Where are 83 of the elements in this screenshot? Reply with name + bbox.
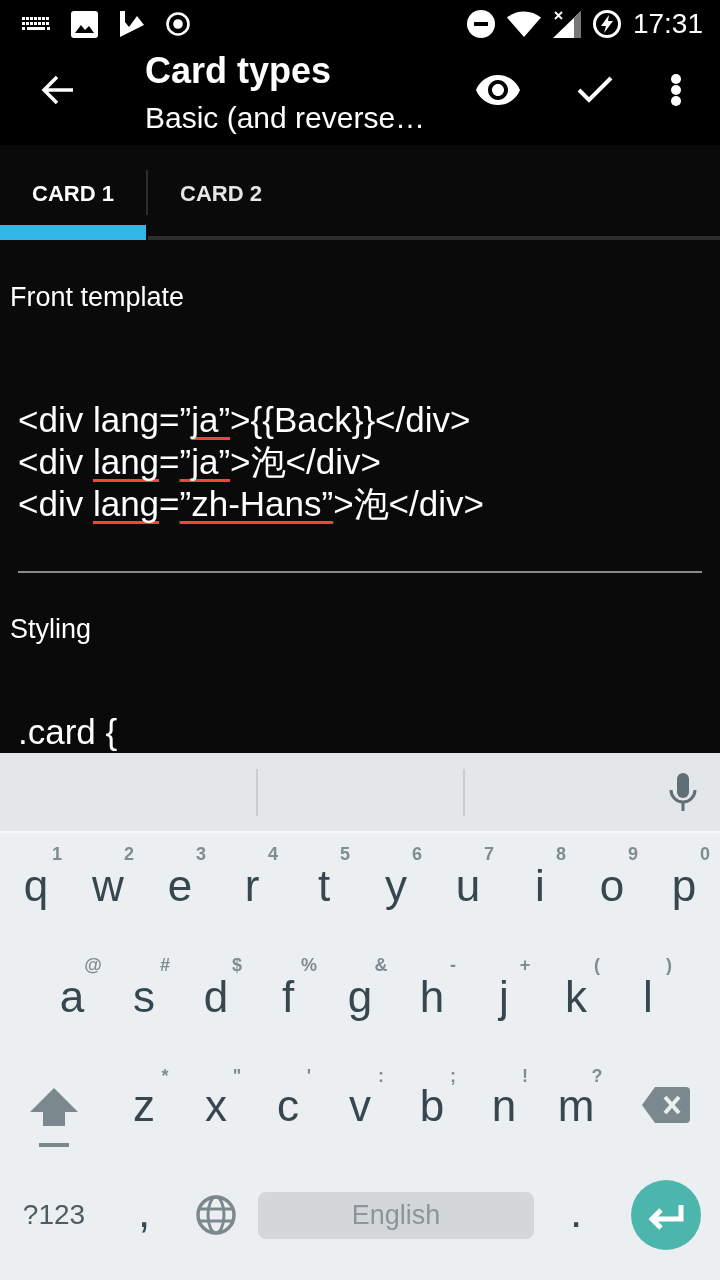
key-hint: 8 xyxy=(556,844,566,864)
code-line: .card { xyxy=(18,711,119,753)
key-hint: 6 xyxy=(412,844,422,864)
section-label: Front template xyxy=(10,281,186,313)
minus-circle-icon xyxy=(466,10,495,38)
key-hint: " xyxy=(232,1066,242,1086)
image-icon xyxy=(71,10,98,38)
status-time: 17:31 xyxy=(632,8,703,40)
keyboard-key[interactable]: l ) xyxy=(612,944,684,1055)
wifi-icon xyxy=(506,11,541,37)
keyboard-key[interactable]: q 1 xyxy=(0,833,72,944)
keyboard-key[interactable]: k ( xyxy=(540,944,612,1055)
enter-icon[interactable] xyxy=(631,1180,701,1250)
keyboard-key[interactable]: , xyxy=(108,1162,180,1268)
key-hint: * xyxy=(161,1066,169,1086)
key-hint: # xyxy=(160,955,170,975)
code-field[interactable]: .card { xyxy=(18,645,702,753)
backspace-icon[interactable] xyxy=(642,1086,690,1123)
key-hint: 5 xyxy=(340,844,350,864)
globe-icon[interactable] xyxy=(196,1195,236,1235)
target-icon xyxy=(166,12,190,36)
keyboard-key[interactable]: b ; xyxy=(396,1055,468,1162)
eye-icon[interactable] xyxy=(476,75,520,105)
key-hint: @ xyxy=(84,955,102,975)
key-hint: ' xyxy=(306,1066,312,1086)
key-hint: 0 xyxy=(700,844,710,864)
key-hint: ( xyxy=(594,955,600,975)
key-hint: 1 xyxy=(52,844,62,864)
key-hint: & xyxy=(374,955,388,975)
keyboard-key[interactable]: s # xyxy=(108,944,180,1055)
keyboard-key[interactable]: m ? xyxy=(540,1055,612,1162)
screen-subtitle: Basic (and reverse… xyxy=(145,100,427,136)
key-hint: ; xyxy=(450,1066,456,1086)
key-hint: 3 xyxy=(196,844,206,864)
key-hint: ? xyxy=(591,1066,603,1086)
keyboard-key[interactable]: g & xyxy=(324,944,396,1055)
code-line: <div lang=”zh-Hans”>泡</div> xyxy=(18,483,485,525)
keyboard-key[interactable]: u 7 xyxy=(432,833,504,944)
key-hint: $ xyxy=(232,955,242,975)
keyboard-key[interactable]: r 4 xyxy=(216,833,288,944)
key-hint: ) xyxy=(666,955,672,975)
signal-icon xyxy=(552,10,581,38)
keyboard-key[interactable]: d $ xyxy=(180,944,252,1055)
keyboard-key[interactable]: h - xyxy=(396,944,468,1055)
key-hint: 9 xyxy=(628,844,638,864)
code-line: <div lang=”ja”>{{Back}}</div> xyxy=(18,399,472,441)
back-arrow-icon[interactable] xyxy=(40,75,74,105)
check-flag-icon xyxy=(119,10,145,38)
keyboard-icon xyxy=(22,16,50,32)
code-line: <div lang=”ja”>泡</div> xyxy=(18,441,382,483)
key-hint: + xyxy=(519,955,531,975)
code-field[interactable]: <div lang=”ja”>{{Back}}</div> <div lang=”ja”>泡</div> <div lang=”zh-Hans”>泡</div> xyxy=(18,313,702,573)
symbols-key[interactable]: ?123 xyxy=(22,1198,86,1232)
key-hint: : xyxy=(378,1066,384,1086)
keyboard-key[interactable]: . xyxy=(540,1162,612,1268)
keyboard-key[interactable]: p 0 xyxy=(648,833,720,944)
microphone-icon[interactable] xyxy=(669,773,697,811)
bolt-circle-icon xyxy=(592,10,621,38)
more-options-icon[interactable] xyxy=(670,74,682,106)
keyboard-key[interactable]: a @ xyxy=(36,944,108,1055)
keyboard-key[interactable]: z * xyxy=(108,1055,180,1162)
keyboard-key[interactable]: t 5 xyxy=(288,833,360,944)
section-label: Styling xyxy=(10,613,93,645)
keyboard-key[interactable]: y 6 xyxy=(360,833,432,944)
screen-title: Card types xyxy=(145,51,333,91)
key-hint: 2 xyxy=(124,844,134,864)
keyboard-key[interactable]: w 2 xyxy=(72,833,144,944)
keyboard-key[interactable]: i 8 xyxy=(504,833,576,944)
key-hint: ! xyxy=(522,1066,528,1086)
keyboard-key[interactable]: o 9 xyxy=(576,833,648,944)
keyboard-key[interactable]: f % xyxy=(252,944,324,1055)
key-hint: - xyxy=(450,955,456,975)
keyboard-key[interactable]: v : xyxy=(324,1055,396,1162)
check-icon[interactable] xyxy=(577,76,613,104)
keyboard-key[interactable]: c ' xyxy=(252,1055,324,1162)
key-hint: % xyxy=(301,955,317,975)
shift-icon[interactable] xyxy=(30,1088,78,1147)
key-hint: 7 xyxy=(484,844,494,864)
keyboard-key[interactable]: n ! xyxy=(468,1055,540,1162)
keyboard-key[interactable]: x " xyxy=(180,1055,252,1162)
keyboard-key[interactable]: e 3 xyxy=(144,833,216,944)
key-hint: 4 xyxy=(268,844,278,864)
keyboard-key[interactable]: j + xyxy=(468,944,540,1055)
